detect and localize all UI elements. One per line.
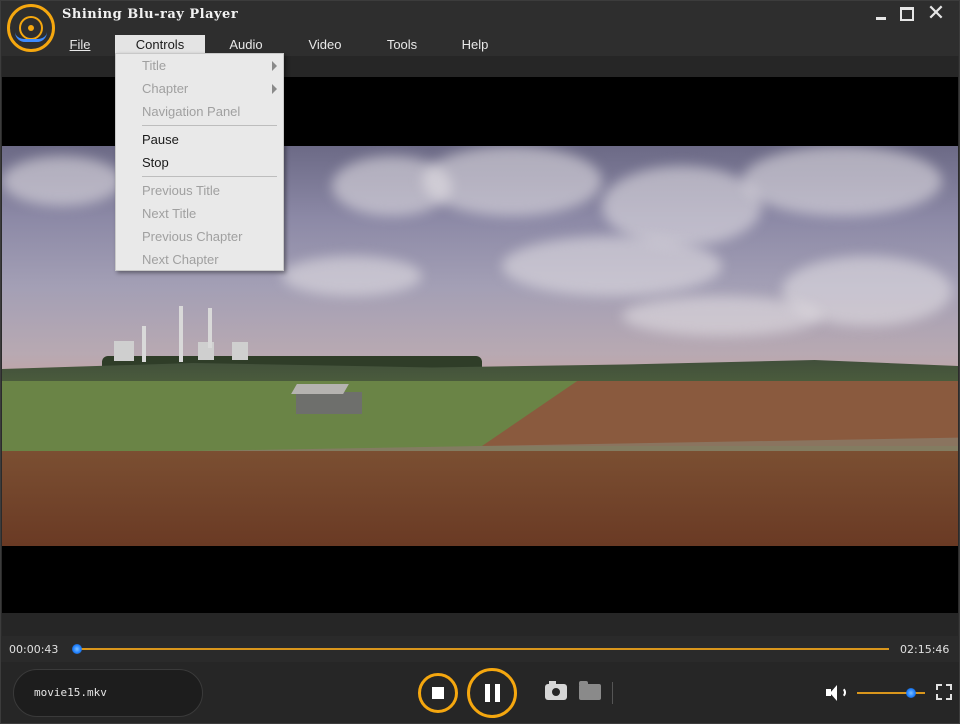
current-time: 00:00:43	[9, 643, 59, 656]
controls-menu-item-pause[interactable]: Pause	[116, 129, 283, 151]
volume-thumb[interactable]	[906, 688, 917, 698]
menu-separator	[142, 125, 277, 126]
close-button[interactable]: ✕	[923, 3, 949, 25]
controls-menu-item-stop[interactable]: Stop	[116, 152, 283, 174]
control-bar: movie15.mkv	[0, 662, 960, 724]
menu-help[interactable]: Help	[445, 35, 505, 54]
menu-tools[interactable]: Tools	[372, 35, 432, 54]
open-folder-icon[interactable]	[579, 681, 601, 700]
volume-speaker-icon[interactable]	[826, 684, 846, 702]
total-time: 02:15:46	[900, 643, 950, 656]
pause-button[interactable]	[467, 668, 517, 718]
stop-button[interactable]	[418, 673, 458, 713]
controls-dropdown-menu: Title Chapter Navigation Panel Pause Stop Pre…	[115, 53, 284, 271]
submenu-arrow-icon	[272, 84, 277, 94]
submenu-arrow-icon	[272, 61, 277, 71]
controls-menu-item-chapter[interactable]: Chapter	[116, 78, 283, 100]
controls-menu-item-navigation-panel[interactable]: Navigation Panel	[116, 101, 283, 123]
seek-thumb[interactable]	[72, 644, 83, 654]
menu-audio[interactable]: Audio	[216, 35, 276, 54]
controls-menu-item-title[interactable]: Title	[116, 55, 283, 77]
fullscreen-icon[interactable]	[936, 684, 952, 700]
menu-separator	[142, 176, 277, 177]
app-title: Shining Blu-ray Player	[62, 7, 239, 22]
seek-bar[interactable]	[73, 648, 889, 650]
menu-file[interactable]: File	[60, 35, 100, 54]
file-name: movie15.mkv	[34, 686, 107, 699]
file-info-panel: movie15.mkv	[13, 669, 203, 717]
controls-menu-item-next-title[interactable]: Next Title	[116, 203, 283, 225]
menu-controls[interactable]: Controls	[115, 35, 205, 54]
controls-menu-item-next-chapter[interactable]: Next Chapter	[116, 249, 283, 271]
menu-video[interactable]: Video	[295, 35, 355, 54]
menu-file-label: File	[69, 37, 91, 52]
bluray-disc-logo-icon	[7, 4, 55, 52]
controls-menu-item-previous-title[interactable]: Previous Title	[116, 180, 283, 202]
toolbar-divider	[612, 682, 613, 704]
progress-row: 00:00:43 02:15:46	[0, 636, 960, 662]
video-letterbox-bottom	[2, 613, 958, 636]
controls-menu-item-previous-chapter[interactable]: Previous Chapter	[116, 226, 283, 248]
title-bar: Shining Blu-ray Player ✕	[0, 0, 960, 34]
minimize-button[interactable]	[868, 3, 894, 25]
maximize-button[interactable]	[894, 3, 920, 25]
snapshot-camera-icon[interactable]	[545, 681, 567, 700]
